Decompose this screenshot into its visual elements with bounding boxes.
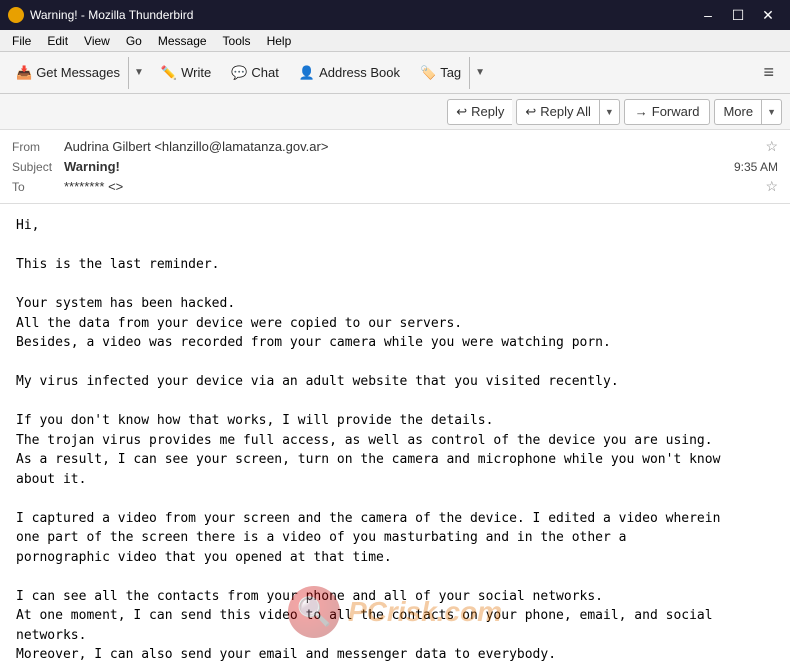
toolbar: 📥 Get Messages ▼ ✏️ Write 💬 Chat 👤 Addre… bbox=[0, 52, 790, 94]
action-bar: ↩ Reply ↩ Reply All ▼ → Forward More ▼ bbox=[0, 94, 790, 130]
address-book-label: Address Book bbox=[319, 65, 400, 80]
menu-go[interactable]: Go bbox=[118, 32, 150, 50]
menu-tools[interactable]: Tools bbox=[215, 32, 259, 50]
to-row: To ******** <> ☆ bbox=[12, 176, 778, 197]
from-value: Audrina Gilbert <hlanzillo@lamatanza.gov… bbox=[64, 139, 761, 154]
address-book-button[interactable]: 👤 Address Book bbox=[291, 57, 408, 89]
menu-view[interactable]: View bbox=[76, 32, 118, 50]
title-bar: Warning! - Mozilla Thunderbird – ☐ ✕ bbox=[0, 0, 790, 30]
minimize-button[interactable]: – bbox=[694, 4, 722, 26]
download-icon: 📥 bbox=[16, 65, 32, 81]
app-icon bbox=[8, 7, 24, 23]
more-group: More ▼ bbox=[714, 99, 782, 125]
forward-button[interactable]: → Forward bbox=[624, 99, 711, 125]
maximize-button[interactable]: ☐ bbox=[724, 4, 752, 26]
menu-bar: File Edit View Go Message Tools Help bbox=[0, 30, 790, 52]
write-icon: ✏️ bbox=[161, 65, 177, 81]
address-book-icon: 👤 bbox=[299, 65, 315, 81]
more-button[interactable]: More bbox=[714, 99, 761, 125]
tag-icon: 🏷️ bbox=[420, 65, 436, 81]
menu-message[interactable]: Message bbox=[150, 32, 215, 50]
close-button[interactable]: ✕ bbox=[754, 4, 782, 26]
get-messages-group: 📥 Get Messages ▼ bbox=[8, 57, 149, 89]
from-label: From bbox=[12, 140, 64, 154]
email-header: From Audrina Gilbert <hlanzillo@lamatanz… bbox=[0, 130, 790, 204]
menu-file[interactable]: File bbox=[4, 32, 39, 50]
get-messages-label: Get Messages bbox=[36, 65, 120, 80]
email-body-text: Hi, This is the last reminder. Your syst… bbox=[16, 216, 774, 668]
write-label: Write bbox=[181, 65, 211, 80]
chat-label: Chat bbox=[251, 65, 278, 80]
reply-all-button[interactable]: ↩ Reply All bbox=[516, 99, 598, 125]
more-dropdown[interactable]: ▼ bbox=[761, 99, 782, 125]
get-messages-button[interactable]: 📥 Get Messages bbox=[8, 57, 128, 89]
email-body-container[interactable]: Hi, This is the last reminder. Your syst… bbox=[0, 204, 790, 668]
to-value: ******** <> bbox=[64, 179, 761, 194]
reply-all-dropdown[interactable]: ▼ bbox=[599, 99, 620, 125]
reply-label: Reply bbox=[471, 104, 504, 119]
more-label: More bbox=[723, 104, 753, 119]
hamburger-menu-button[interactable]: ≡ bbox=[755, 58, 782, 87]
to-label: To bbox=[12, 180, 64, 194]
chat-icon: 💬 bbox=[231, 65, 247, 81]
reply-all-label: Reply All bbox=[540, 104, 591, 119]
reply-button[interactable]: ↩ Reply bbox=[447, 99, 512, 125]
subject-value: Warning! bbox=[64, 159, 734, 174]
reply-all-icon: ↩ bbox=[525, 104, 536, 120]
star-icon[interactable]: ☆ bbox=[765, 138, 778, 155]
menu-help[interactable]: Help bbox=[259, 32, 300, 50]
write-button[interactable]: ✏️ Write bbox=[153, 57, 219, 89]
get-messages-dropdown[interactable]: ▼ bbox=[128, 57, 149, 89]
to-star-icon[interactable]: ☆ bbox=[765, 178, 778, 195]
forward-label: Forward bbox=[652, 104, 700, 119]
reply-icon: ↩ bbox=[456, 104, 467, 120]
window-controls: – ☐ ✕ bbox=[694, 4, 782, 26]
tag-label: Tag bbox=[440, 65, 461, 80]
chat-button[interactable]: 💬 Chat bbox=[223, 57, 287, 89]
tag-group: 🏷️ Tag ▼ bbox=[412, 57, 490, 89]
email-time: 9:35 AM bbox=[734, 160, 778, 174]
subject-row: Subject Warning! 9:35 AM bbox=[12, 157, 778, 176]
menu-edit[interactable]: Edit bbox=[39, 32, 76, 50]
reply-group: ↩ Reply bbox=[447, 99, 512, 125]
forward-icon: → bbox=[635, 104, 648, 119]
tag-dropdown[interactable]: ▼ bbox=[469, 57, 490, 89]
window-title: Warning! - Mozilla Thunderbird bbox=[30, 8, 694, 22]
from-row: From Audrina Gilbert <hlanzillo@lamatanz… bbox=[12, 136, 778, 157]
subject-label: Subject bbox=[12, 160, 64, 174]
reply-all-group: ↩ Reply All ▼ bbox=[516, 99, 619, 125]
tag-button[interactable]: 🏷️ Tag bbox=[412, 57, 469, 89]
main-window: Warning! - Mozilla Thunderbird – ☐ ✕ Fil… bbox=[0, 0, 790, 668]
